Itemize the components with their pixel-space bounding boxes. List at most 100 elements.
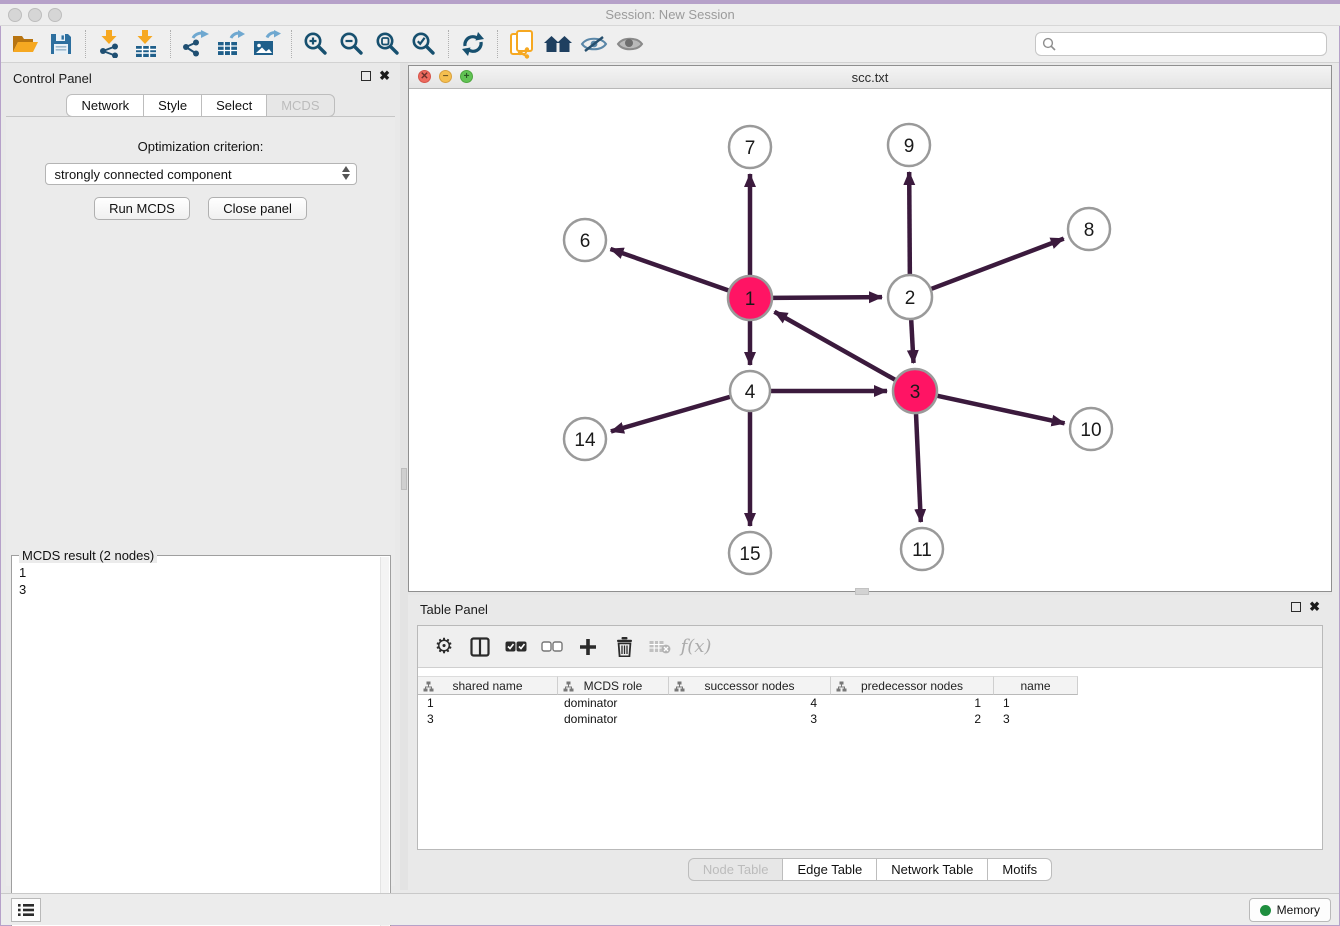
table-panel: Table Panel ✖ ⚙ f(x) xyxy=(408,595,1332,890)
add-row-plus-icon[interactable] xyxy=(572,632,604,662)
app-title: Session: New Session xyxy=(0,7,1340,22)
close-panel-icon[interactable]: ✖ xyxy=(1309,602,1320,612)
zoom-in-icon[interactable] xyxy=(298,28,334,60)
cell-successor-nodes[interactable]: 4 xyxy=(669,695,831,711)
graph-node-11[interactable]: 11 xyxy=(901,528,943,570)
column-header-mcds-role[interactable]: MCDS role xyxy=(558,676,669,695)
graph-node-14[interactable]: 14 xyxy=(564,418,606,460)
graph-node-10[interactable]: 10 xyxy=(1070,408,1112,450)
graph-edge-2-3[interactable] xyxy=(911,320,913,363)
float-panel-icon[interactable] xyxy=(1291,602,1301,612)
svg-text:8: 8 xyxy=(1084,220,1095,241)
cell-mcds-role[interactable]: dominator xyxy=(558,695,669,711)
float-panel-icon[interactable] xyxy=(361,71,371,81)
column-edit-icon xyxy=(836,681,847,692)
cell-name[interactable]: 3 xyxy=(994,711,1078,727)
deselect-all-checkboxes-icon[interactable] xyxy=(536,632,568,662)
result-scrollbar[interactable] xyxy=(380,557,389,926)
search-box[interactable] xyxy=(1035,32,1327,56)
select-all-checkboxes-icon[interactable] xyxy=(500,632,532,662)
cell-predecessor-nodes[interactable]: 2 xyxy=(831,711,994,727)
graph-node-2[interactable]: 2 xyxy=(888,275,932,319)
export-table-icon[interactable] xyxy=(213,28,249,60)
graph-edge-4-14[interactable] xyxy=(611,397,730,432)
zoom-fit-icon[interactable] xyxy=(370,28,406,60)
graph-edge-1-2[interactable] xyxy=(773,297,882,298)
search-input[interactable] xyxy=(1056,37,1326,52)
cell-name[interactable]: 1 xyxy=(994,695,1078,711)
tab-network-table[interactable]: Network Table xyxy=(877,858,988,881)
run-mcds-button[interactable]: Run MCDS xyxy=(94,197,190,220)
column-header-shared-name[interactable]: shared name xyxy=(418,676,558,695)
first-neighbors-houses-icon[interactable] xyxy=(540,28,576,60)
network-view-window: ✕ − + scc.txt 7 9 6 8 1 2 4 3 14 10 15 11 xyxy=(408,65,1332,592)
graph-edge-2-8[interactable] xyxy=(932,239,1064,289)
zoom-out-icon[interactable] xyxy=(334,28,370,60)
network-graph[interactable]: 7 9 6 8 1 2 4 3 14 10 15 11 xyxy=(409,89,1331,591)
memory-button[interactable]: Memory xyxy=(1249,898,1331,922)
splitter-grip[interactable] xyxy=(401,468,407,490)
save-icon[interactable] xyxy=(43,28,79,60)
tab-network[interactable]: Network xyxy=(66,94,144,117)
export-image-icon[interactable] xyxy=(249,28,285,60)
vertical-splitter[interactable] xyxy=(400,63,408,890)
zoom-selected-icon[interactable] xyxy=(406,28,442,60)
import-network-icon[interactable] xyxy=(92,28,128,60)
network-window-title: scc.txt xyxy=(409,70,1331,85)
export-network-icon[interactable] xyxy=(177,28,213,60)
network-window-titlebar[interactable]: ✕ − + scc.txt xyxy=(409,66,1331,89)
graph-node-3[interactable]: 3 xyxy=(893,369,937,413)
graph-edge-3-1[interactable] xyxy=(774,312,895,380)
control-panel: Control Panel ✖ Network Style Select MCD… xyxy=(1,63,400,890)
open-folder-icon[interactable] xyxy=(7,28,43,60)
graph-node-9[interactable]: 9 xyxy=(888,124,930,166)
graph-edge-2-9[interactable] xyxy=(909,172,910,274)
list-icon xyxy=(17,903,35,917)
tab-mcds[interactable]: MCDS xyxy=(267,94,334,117)
graph-node-4[interactable]: 4 xyxy=(730,371,770,411)
graph-edge-3-11[interactable] xyxy=(916,414,921,522)
graph-node-8[interactable]: 8 xyxy=(1068,208,1110,250)
show-eye-icon[interactable] xyxy=(612,28,648,60)
refresh-icon[interactable] xyxy=(455,28,491,60)
gear-icon[interactable]: ⚙ xyxy=(428,632,460,662)
cell-shared-name[interactable]: 3 xyxy=(418,711,558,727)
graph-node-15[interactable]: 15 xyxy=(729,532,771,574)
graph-node-6[interactable]: 6 xyxy=(564,219,606,261)
tab-edge-table[interactable]: Edge Table xyxy=(783,858,877,881)
tab-style[interactable]: Style xyxy=(144,94,202,117)
svg-text:14: 14 xyxy=(574,430,596,451)
toolbar-separator xyxy=(497,30,498,58)
cell-mcds-role[interactable]: dominator xyxy=(558,711,669,727)
tab-motifs[interactable]: Motifs xyxy=(988,858,1052,881)
column-header-name[interactable]: name xyxy=(994,676,1078,695)
hide-eye-icon[interactable] xyxy=(576,28,612,60)
mcds-result-line: 1 xyxy=(19,564,384,581)
close-panel-icon[interactable]: ✖ xyxy=(379,71,390,81)
splitter-grip[interactable] xyxy=(855,588,869,595)
svg-text:6: 6 xyxy=(580,231,591,252)
cell-successor-nodes[interactable]: 3 xyxy=(669,711,831,727)
column-header-successor-nodes[interactable]: successor nodes xyxy=(669,676,831,695)
table-row[interactable]: 1 dominator 4 1 1 xyxy=(418,695,1322,711)
network-file-icon[interactable] xyxy=(504,28,540,60)
cell-predecessor-nodes[interactable]: 1 xyxy=(831,695,994,711)
delete-trash-icon[interactable] xyxy=(608,632,640,662)
table-toolbar: ⚙ f(x) xyxy=(418,626,1322,668)
network-canvas[interactable]: 7 9 6 8 1 2 4 3 14 10 15 11 xyxy=(409,89,1331,591)
column-header-predecessor-nodes[interactable]: predecessor nodes xyxy=(831,676,994,695)
tab-node-table[interactable]: Node Table xyxy=(688,858,784,881)
graph-node-7[interactable]: 7 xyxy=(729,126,771,168)
split-columns-icon[interactable] xyxy=(464,632,496,662)
graph-node-1[interactable]: 1 xyxy=(728,276,772,320)
graph-edge-1-6[interactable] xyxy=(610,249,728,290)
close-panel-button[interactable]: Close panel xyxy=(208,197,307,220)
task-history-button[interactable] xyxy=(11,898,41,922)
import-table-icon[interactable] xyxy=(128,28,164,60)
cell-shared-name[interactable]: 1 xyxy=(418,695,558,711)
table-row[interactable]: 3 dominator 3 2 3 xyxy=(418,711,1322,727)
graph-edge-3-10[interactable] xyxy=(937,396,1064,423)
optimization-criterion-value: strongly connected component xyxy=(55,167,232,182)
tab-select[interactable]: Select xyxy=(202,94,267,117)
optimization-criterion-select[interactable]: strongly connected component xyxy=(45,163,357,185)
